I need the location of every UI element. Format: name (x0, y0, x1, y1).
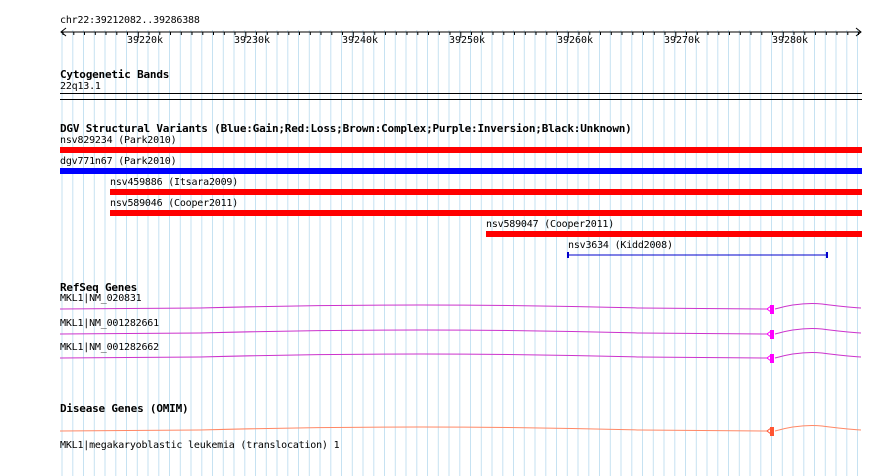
ruler-tick-label: 39280k (771, 35, 809, 46)
ruler-tick-label: 39270k (663, 35, 701, 46)
gene-model[interactable] (0, 300, 890, 316)
ruler-tick-label: 39230k (233, 35, 271, 46)
variant-label: nsv829234 (Park2010) (60, 135, 177, 146)
cytoband-bottom-line (60, 99, 862, 100)
disease-gene-model[interactable] (0, 422, 890, 438)
variant-bar-loss[interactable] (110, 189, 862, 195)
ruler-tick-label: 39250k (448, 35, 486, 46)
cytoband-top-line (60, 93, 862, 94)
ruler-tick-label: 39220k (126, 35, 164, 46)
gene-model[interactable] (0, 325, 890, 341)
variant-bar-gain-thin[interactable] (566, 250, 830, 260)
variant-bar-gain[interactable] (60, 168, 862, 174)
variant-bar-loss[interactable] (486, 231, 862, 237)
gene-model[interactable] (0, 349, 890, 365)
variant-bar-loss[interactable] (110, 210, 862, 216)
omim-track-title: Disease Genes (OMIM) (60, 402, 189, 415)
ruler-tick-label: 39260k (556, 35, 594, 46)
ruler-tick-label: 39240k (341, 35, 379, 46)
disease-gene-label[interactable]: MKL1|megakaryoblastic leukemia (transloc… (60, 440, 340, 452)
variant-label: nsv589047 (Cooper2011) (486, 219, 615, 230)
cytobands-track-title: Cytogenetic Bands (60, 68, 170, 81)
cytoband-label[interactable]: 22q13.1 (60, 81, 101, 93)
variant-label: nsv459886 (Itsara2009) (110, 177, 239, 188)
dgv-track-title: DGV Structural Variants (Blue:Gain;Red:L… (60, 122, 632, 135)
variant-label: nsv589046 (Cooper2011) (110, 198, 239, 209)
variant-label: dgv771n67 (Park2010) (60, 156, 177, 167)
variant-bar-loss[interactable] (60, 147, 862, 153)
